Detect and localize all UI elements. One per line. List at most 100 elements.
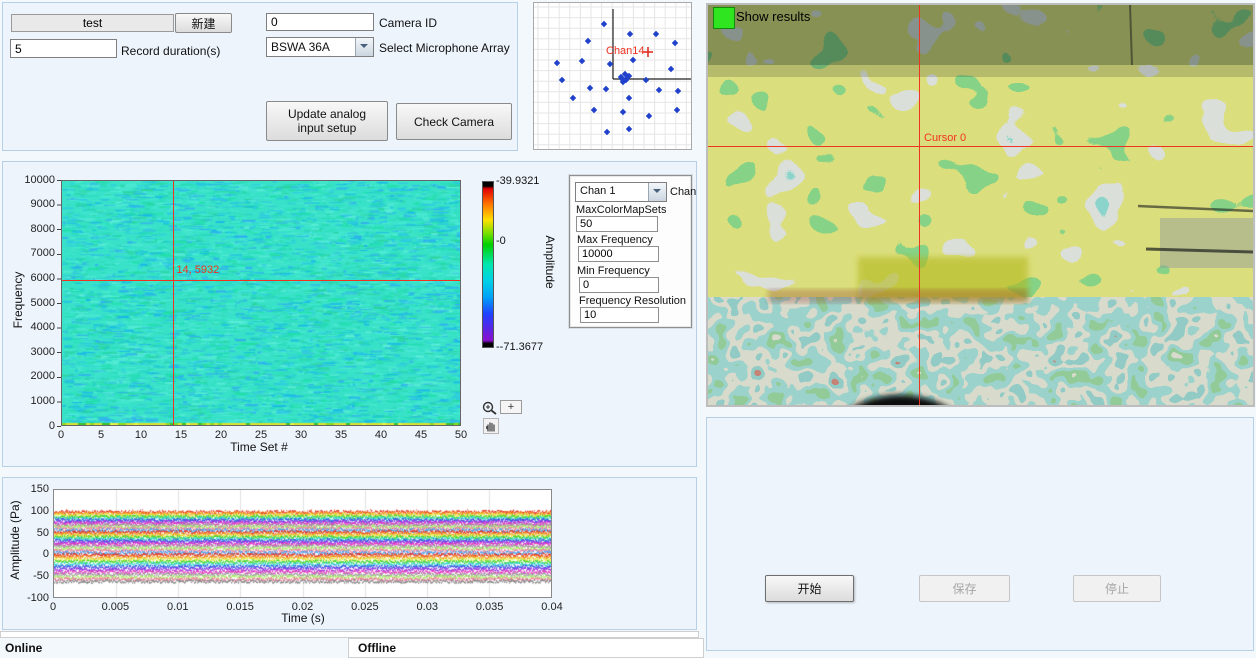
- spectrogram-plot[interactable]: 14, 5932: [61, 180, 461, 426]
- mic-point: [674, 107, 680, 113]
- new-project-button[interactable]: 新建: [175, 13, 232, 33]
- channel-value: Chan 1: [580, 185, 615, 197]
- colorbar-zero-label: -0: [496, 235, 506, 247]
- tick-label: 9000: [9, 198, 55, 210]
- colorbar-axis-label: Amplitude: [543, 227, 557, 297]
- stop-button[interactable]: 停止: [1073, 575, 1161, 602]
- tick-label: 0: [46, 429, 76, 441]
- tick-label: 6000: [9, 272, 55, 284]
- cursor-tool-button[interactable]: +: [500, 400, 522, 414]
- check-camera-button[interactable]: Check Camera: [396, 103, 512, 140]
- camera-cursor-hline[interactable]: [708, 146, 1253, 147]
- tick-label: 50: [446, 429, 476, 441]
- frequency-resolution-field[interactable]: [580, 307, 659, 323]
- waveform-panel: Amplitude (Pa) 150100500-50-100 00.0050.…: [2, 477, 697, 630]
- tick-label: 100: [5, 505, 49, 517]
- mic-point: [626, 95, 632, 101]
- mic-point: [672, 40, 678, 46]
- min-frequency-label: Min Frequency: [577, 265, 650, 277]
- max-frequency-label: Max Frequency: [577, 234, 653, 246]
- setup-panel: 新建 Record duration(s) Camera ID BSWA 36A…: [2, 2, 518, 151]
- tick-label: 7000: [9, 247, 55, 259]
- chevron-down-icon[interactable]: [355, 38, 373, 56]
- waveform-canvas[interactable]: [54, 490, 551, 597]
- show-results-label: Show results: [736, 9, 810, 24]
- tick-label: -50: [5, 570, 49, 582]
- tick-label: 8000: [9, 223, 55, 235]
- tick-label: 5: [86, 429, 116, 441]
- tick-label: 50: [5, 527, 49, 539]
- spectrogram-cursor-hline[interactable]: [62, 280, 460, 281]
- camera-id-field[interactable]: [266, 13, 374, 31]
- chevron-down-icon[interactable]: [648, 183, 666, 201]
- mic-point: [668, 66, 674, 72]
- tick-label: 5000: [9, 297, 55, 309]
- mic-point: [653, 31, 659, 37]
- mic-array-plot[interactable]: Chan14: [533, 2, 692, 150]
- colorbar: [482, 181, 494, 348]
- tick-label: 10000: [9, 174, 55, 186]
- tick-label: 2000: [9, 370, 55, 382]
- tick-label: 0: [31, 601, 75, 613]
- mic-point: [627, 31, 633, 37]
- show-results-led[interactable]: [713, 7, 735, 29]
- waveform-xlabel: Time (s): [223, 611, 383, 625]
- tick-label: 0: [5, 548, 49, 560]
- mic-point: [591, 107, 597, 113]
- tick-label: 4000: [9, 321, 55, 333]
- status-online: Online: [5, 641, 42, 655]
- camera-id-label: Camera ID: [379, 16, 437, 30]
- mic-point: [570, 95, 576, 101]
- spectrogram-cursor-label: 14, 5932: [176, 264, 219, 276]
- mic-point: [559, 77, 565, 83]
- start-button[interactable]: 开始: [765, 575, 854, 602]
- tick-label: 0.005: [93, 601, 137, 613]
- max-colormap-label: MaxColorMapSets: [576, 204, 666, 216]
- save-button[interactable]: 保存: [919, 575, 1010, 602]
- tick-label: 0.01: [156, 601, 200, 613]
- camera-cursor-vline[interactable]: [919, 5, 920, 405]
- tick-label: 45: [406, 429, 436, 441]
- spectrogram-xlabel: Time Set #: [179, 440, 339, 454]
- record-duration-field[interactable]: [10, 39, 117, 58]
- mic-array-select[interactable]: BSWA 36A: [266, 37, 374, 57]
- mic-point: [587, 85, 593, 91]
- spectrogram-panel: Frequency 100009000800070006000500040003…: [2, 161, 697, 467]
- update-analog-input-button[interactable]: Update analog input setup: [266, 101, 388, 141]
- channel-select[interactable]: Chan 1: [575, 182, 667, 202]
- mic-point: [620, 109, 626, 115]
- tick-label: 1000: [9, 395, 55, 407]
- camera-cursor-label: Cursor 0: [924, 132, 966, 144]
- mic-array-label: Select Microphone Array: [379, 41, 510, 55]
- mic-point: [579, 58, 585, 64]
- waveform-plot[interactable]: [53, 489, 552, 598]
- tick-label: 3000: [9, 346, 55, 358]
- project-name-field[interactable]: [11, 14, 174, 32]
- acoustic-overlay-image[interactable]: [708, 5, 1253, 405]
- control-panel: 开始 保存 停止: [706, 417, 1254, 651]
- mic-point: [626, 126, 632, 132]
- frequency-resolution-label: Frequency Resolution: [579, 295, 686, 307]
- spectrogram-cursor-vline[interactable]: [173, 181, 174, 425]
- app-window: 新建 Record duration(s) Camera ID BSWA 36A…: [0, 0, 1256, 658]
- pan-tool-icon[interactable]: [483, 418, 499, 434]
- mic-cursor-label: Chan14: [606, 45, 645, 57]
- tick-label: 150: [5, 483, 49, 495]
- channel-label: Chan: [670, 186, 696, 198]
- tick-label: 0.04: [530, 601, 574, 613]
- min-frequency-field[interactable]: [579, 277, 659, 293]
- max-colormap-field[interactable]: [576, 216, 658, 232]
- record-duration-label: Record duration(s): [121, 44, 220, 58]
- mic-array-value: BSWA 36A: [271, 40, 330, 54]
- spectrogram-canvas[interactable]: [62, 181, 460, 425]
- max-frequency-field[interactable]: [578, 246, 659, 262]
- tick-label: 0.035: [468, 601, 512, 613]
- camera-view-panel[interactable]: Cursor 0 Show results: [706, 3, 1255, 407]
- zoom-tool-icon[interactable]: [481, 400, 499, 416]
- mic-point: [630, 57, 636, 63]
- mic-point: [646, 113, 652, 119]
- tick-label: 0.03: [405, 601, 449, 613]
- analysis-settings-panel: Chan 1 Chan MaxColorMapSets Max Frequenc…: [569, 175, 692, 328]
- colorbar-min-label: --71.3677: [496, 341, 543, 353]
- bottom-strip: [0, 631, 699, 638]
